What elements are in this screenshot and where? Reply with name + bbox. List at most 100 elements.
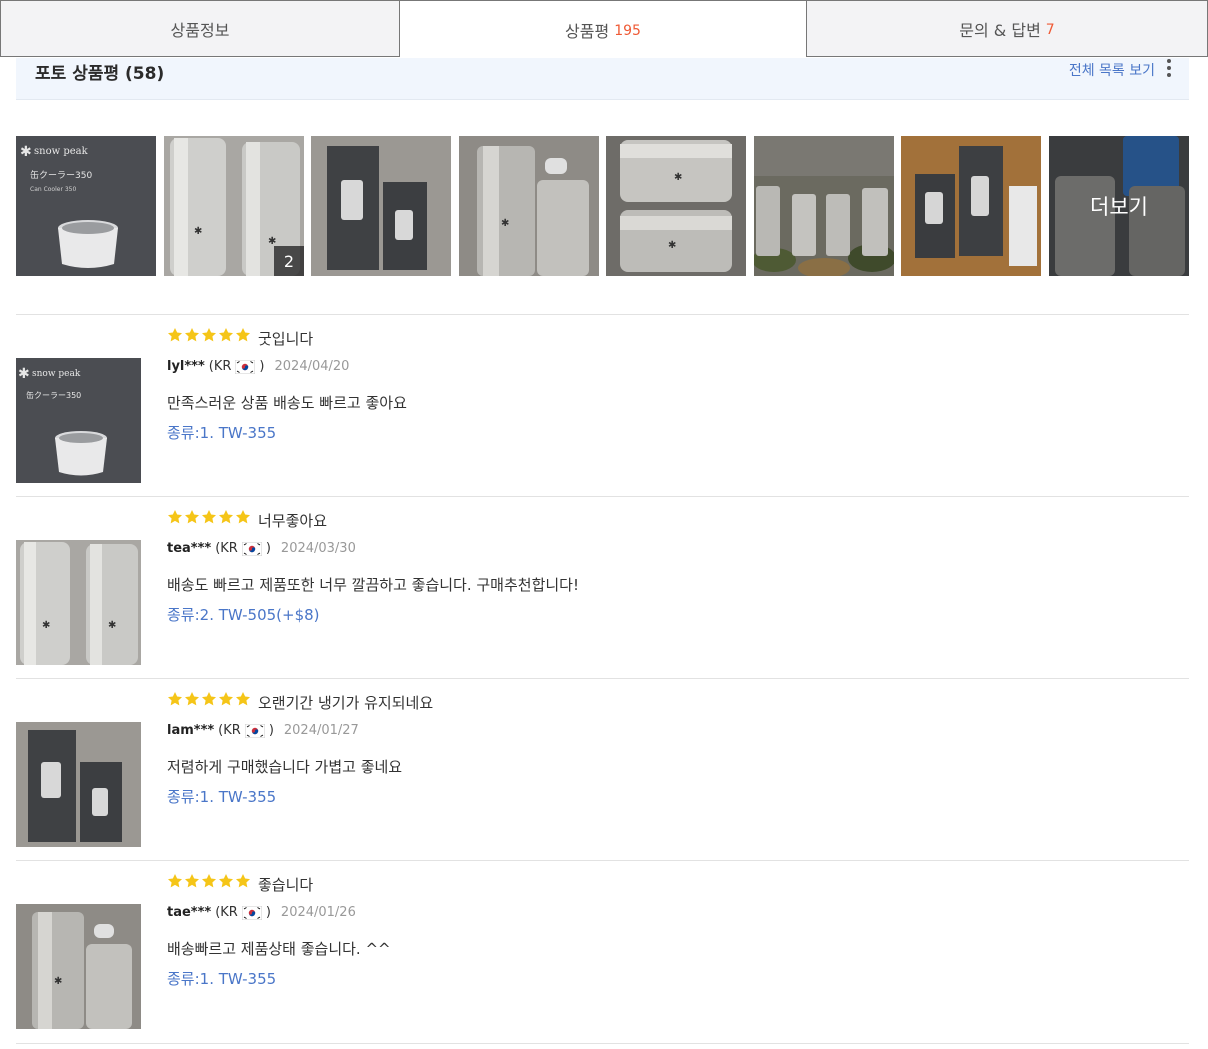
review-option: 종류:1. TW-355 (167, 424, 277, 442)
photo-reviews-title: 포토 상품평 (58) (35, 64, 165, 84)
tab-label: 문의 & 답변 (959, 20, 1041, 40)
review-title: 굿입니다 (258, 330, 314, 348)
review-item: ✱ 좋습니다 tae*** (KR ) 2024/01/26 배송빠르고 제품상… (16, 860, 1189, 1042)
review-meta: lyl*** (KR ) 2024/04/20 (167, 359, 349, 374)
reviewer-name: tae*** (167, 905, 212, 920)
photo-thumbnail[interactable]: ✱ snow peak 缶クーラー350 Can Cooler 350 (16, 136, 156, 276)
tab-count: 7 (1045, 21, 1055, 38)
review-option: 종류:1. TW-355 (167, 788, 277, 806)
star-icon (168, 328, 182, 342)
review-photo[interactable]: ✱ (16, 904, 141, 1029)
photo-reviews-header: 포토 상품평 (58) 전체 목록 보기 (16, 58, 1189, 100)
svg-text:snow peak: snow peak (32, 369, 81, 379)
reviewer-name: tea*** (167, 541, 212, 556)
review-option: 종류:1. TW-355 (167, 970, 277, 988)
star-icon (219, 692, 233, 706)
review-item: ✱ snow peak 缶クーラー350 굿입니다 lyl*** (KR ) 2… (16, 314, 1189, 496)
svg-text:✱: ✱ (18, 366, 30, 382)
star-icon (168, 692, 182, 706)
photo-count-badge: 2 (274, 246, 304, 276)
star-icon (236, 328, 250, 342)
star-icon (185, 510, 199, 524)
photo-thumbnail[interactable]: ✱ ✱ (606, 136, 746, 276)
review-meta: tea*** (KR ) 2024/03/30 (167, 541, 356, 556)
svg-text:✱: ✱ (668, 240, 676, 251)
star-icon (202, 692, 216, 706)
reviewer-country: (KR (215, 541, 238, 556)
rating-stars (167, 873, 251, 889)
tab-product-info[interactable]: 상품정보 (0, 0, 400, 57)
review-body: 배송빠르고 제품상태 좋습니다. ^^ (167, 940, 391, 958)
photo-thumbnail[interactable] (901, 136, 1041, 276)
svg-text:✱: ✱ (194, 226, 202, 237)
star-icon (236, 510, 250, 524)
review-date: 2024/01/27 (283, 723, 359, 738)
reviewer-name: lyl*** (167, 359, 205, 374)
rating-stars (167, 691, 251, 707)
svg-text:✱: ✱ (108, 620, 116, 631)
korea-flag-icon (235, 359, 256, 374)
svg-text:snow peak: snow peak (34, 146, 89, 157)
review-body: 저렴하게 구매했습니다 가볍고 좋네요 (167, 758, 403, 776)
svg-text:✱: ✱ (54, 976, 62, 987)
svg-text:缶クーラー350: 缶クーラー350 (26, 390, 81, 400)
reviewer-country-close: ) (259, 359, 265, 374)
review-photo[interactable] (16, 722, 141, 847)
star-icon (219, 328, 233, 342)
review-title: 너무좋아요 (258, 512, 328, 530)
photo-thumbnail[interactable] (754, 136, 894, 276)
review-photo[interactable]: ✱ snow peak 缶クーラー350 (16, 358, 141, 483)
rating-stars (167, 509, 251, 525)
reviewer-country: (KR (218, 723, 241, 738)
review-meta: lam*** (KR ) 2024/01/27 (167, 723, 359, 738)
more-photos-label: 더보기 (1049, 136, 1189, 276)
review-tabs: 상품정보 상품평 195 문의 & 답변 7 (0, 0, 1208, 58)
photo-thumbnail[interactable] (311, 136, 451, 276)
korea-flag-icon (241, 905, 262, 920)
tab-label: 상품정보 (170, 20, 230, 40)
photo-thumbnail-strip: ✱ snow peak 缶クーラー350 Can Cooler 350 ✱ ✱ … (16, 136, 1189, 276)
svg-text:✱: ✱ (501, 218, 509, 229)
star-icon (185, 692, 199, 706)
reviewer-country: (KR (215, 905, 238, 920)
photo-thumbnail[interactable]: ✱ (459, 136, 599, 276)
svg-text:缶クーラー350: 缶クーラー350 (30, 169, 92, 181)
review-photo[interactable]: ✱ ✱ (16, 540, 141, 665)
tab-reviews[interactable]: 상품평 195 (400, 0, 806, 58)
review-option: 종류:2. TW-505(+$8) (167, 606, 320, 624)
review-item: ✱ ✱ 너무좋아요 tea*** (KR ) 2024/03/30 배송도 빠르… (16, 496, 1189, 678)
list-divider (16, 1043, 1189, 1044)
svg-text:✱: ✱ (42, 620, 50, 631)
review-title: 오랜기간 냉기가 유지되네요 (258, 694, 434, 712)
star-icon (168, 510, 182, 524)
svg-text:✱: ✱ (674, 172, 682, 183)
review-body: 만족스러운 상품 배송도 빠르고 좋아요 (167, 394, 407, 412)
photo-thumbnail[interactable]: ✱ ✱ 2 (164, 136, 304, 276)
svg-text:✱: ✱ (20, 144, 32, 160)
reviewer-country: (KR (208, 359, 232, 374)
more-photos-button[interactable]: 더보기 (1049, 136, 1189, 276)
star-icon (202, 874, 216, 888)
tab-count: 195 (614, 22, 641, 39)
reviewer-country-close: ) (265, 541, 271, 556)
star-icon (219, 874, 233, 888)
review-meta: tae*** (KR ) 2024/01/26 (167, 905, 356, 920)
star-icon (202, 328, 216, 342)
review-date: 2024/04/20 (274, 359, 350, 374)
rating-stars (167, 327, 251, 343)
star-icon (185, 328, 199, 342)
tab-label: 상품평 (565, 21, 610, 41)
reviewer-country-close: ) (265, 905, 271, 920)
star-icon (168, 874, 182, 888)
view-all-link[interactable]: 전체 목록 보기 (1069, 60, 1155, 80)
more-options-icon[interactable] (1166, 58, 1172, 80)
star-icon (185, 874, 199, 888)
korea-flag-icon (241, 541, 262, 556)
star-icon (202, 510, 216, 524)
star-icon (219, 510, 233, 524)
tab-qna[interactable]: 문의 & 답변 7 (806, 0, 1208, 57)
review-date: 2024/03/30 (280, 541, 356, 556)
korea-flag-icon (244, 723, 265, 738)
reviewer-country-close: ) (268, 723, 274, 738)
review-item: 오랜기간 냉기가 유지되네요 lam*** (KR ) 2024/01/27 저… (16, 678, 1189, 860)
